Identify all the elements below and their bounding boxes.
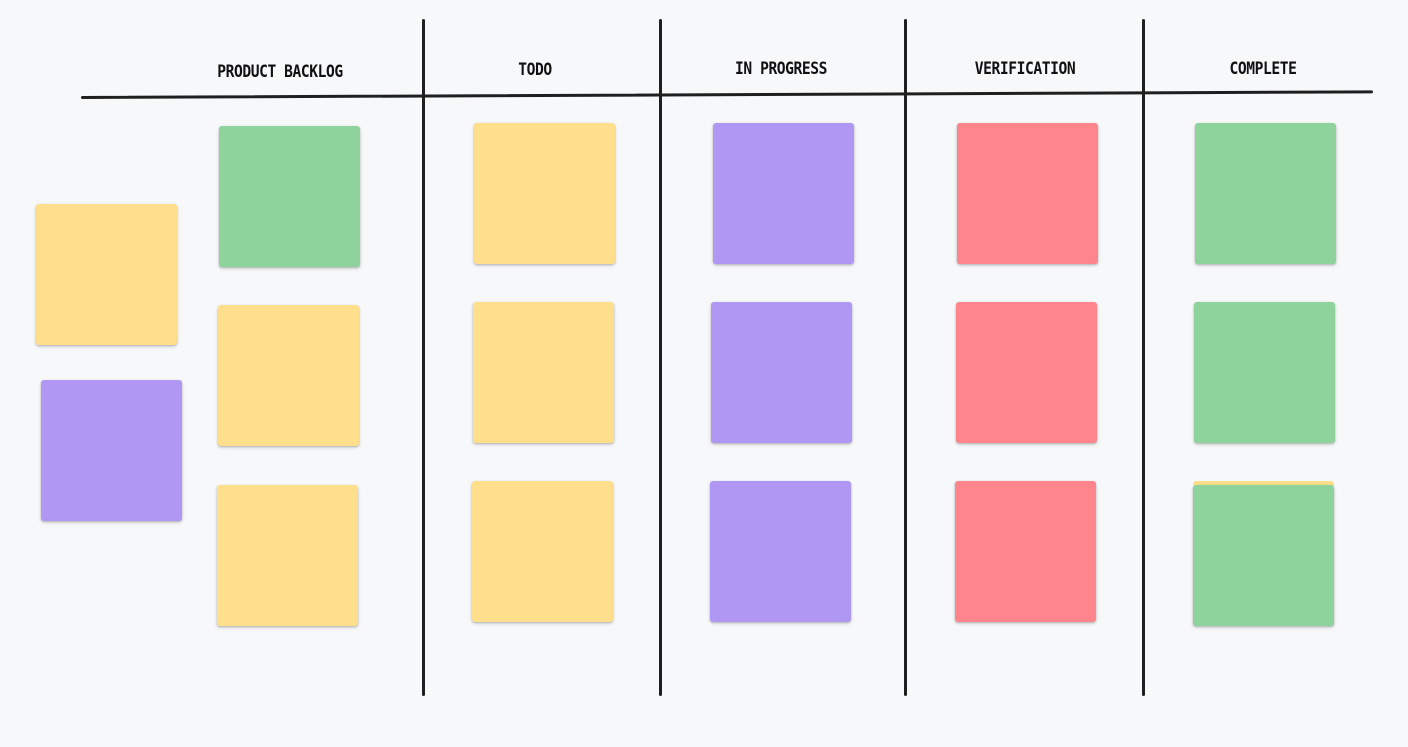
kanban-board[interactable]: PRODUCT BACKLOG TODO IN PROGRESS VERIFIC…	[0, 0, 1408, 747]
column-title-complete: COMPLETE	[1229, 59, 1297, 79]
sticky-note-backlog-3[interactable]	[217, 485, 358, 626]
sticky-note-todo-1[interactable]	[474, 123, 615, 264]
sticky-note-todo-2[interactable]	[473, 302, 614, 443]
sticky-note-verification-2[interactable]	[956, 302, 1097, 443]
sticky-note-in-progress-3[interactable]	[710, 481, 851, 622]
column-title-product-backlog: PRODUCT BACKLOG	[217, 62, 343, 82]
sticky-note-in-progress-2[interactable]	[711, 302, 852, 443]
column-title-todo: TODO	[518, 60, 552, 80]
sticky-note-verification-1[interactable]	[957, 123, 1098, 264]
column-divider-4	[1142, 19, 1145, 696]
column-title-in-progress: IN PROGRESS	[734, 59, 828, 79]
column-title-verification: VERIFICATION	[974, 59, 1076, 79]
sticky-note-verification-3[interactable]	[955, 481, 1096, 622]
sticky-note-todo-3[interactable]	[472, 481, 613, 622]
header-divider-line	[80, 90, 1373, 99]
sticky-note-backlog-2[interactable]	[218, 305, 359, 446]
sticky-note-complete-2[interactable]	[1194, 302, 1335, 443]
column-divider-3	[904, 19, 907, 696]
column-divider-1	[422, 19, 425, 696]
sticky-note-backlog-1[interactable]	[219, 126, 360, 267]
sticky-note-complete-3[interactable]	[1193, 485, 1334, 626]
sticky-note-complete-1[interactable]	[1195, 123, 1336, 264]
column-divider-2	[659, 19, 662, 696]
sticky-note-loose-2[interactable]	[41, 380, 182, 521]
sticky-note-in-progress-1[interactable]	[713, 123, 854, 264]
sticky-note-loose-1[interactable]	[36, 204, 177, 345]
